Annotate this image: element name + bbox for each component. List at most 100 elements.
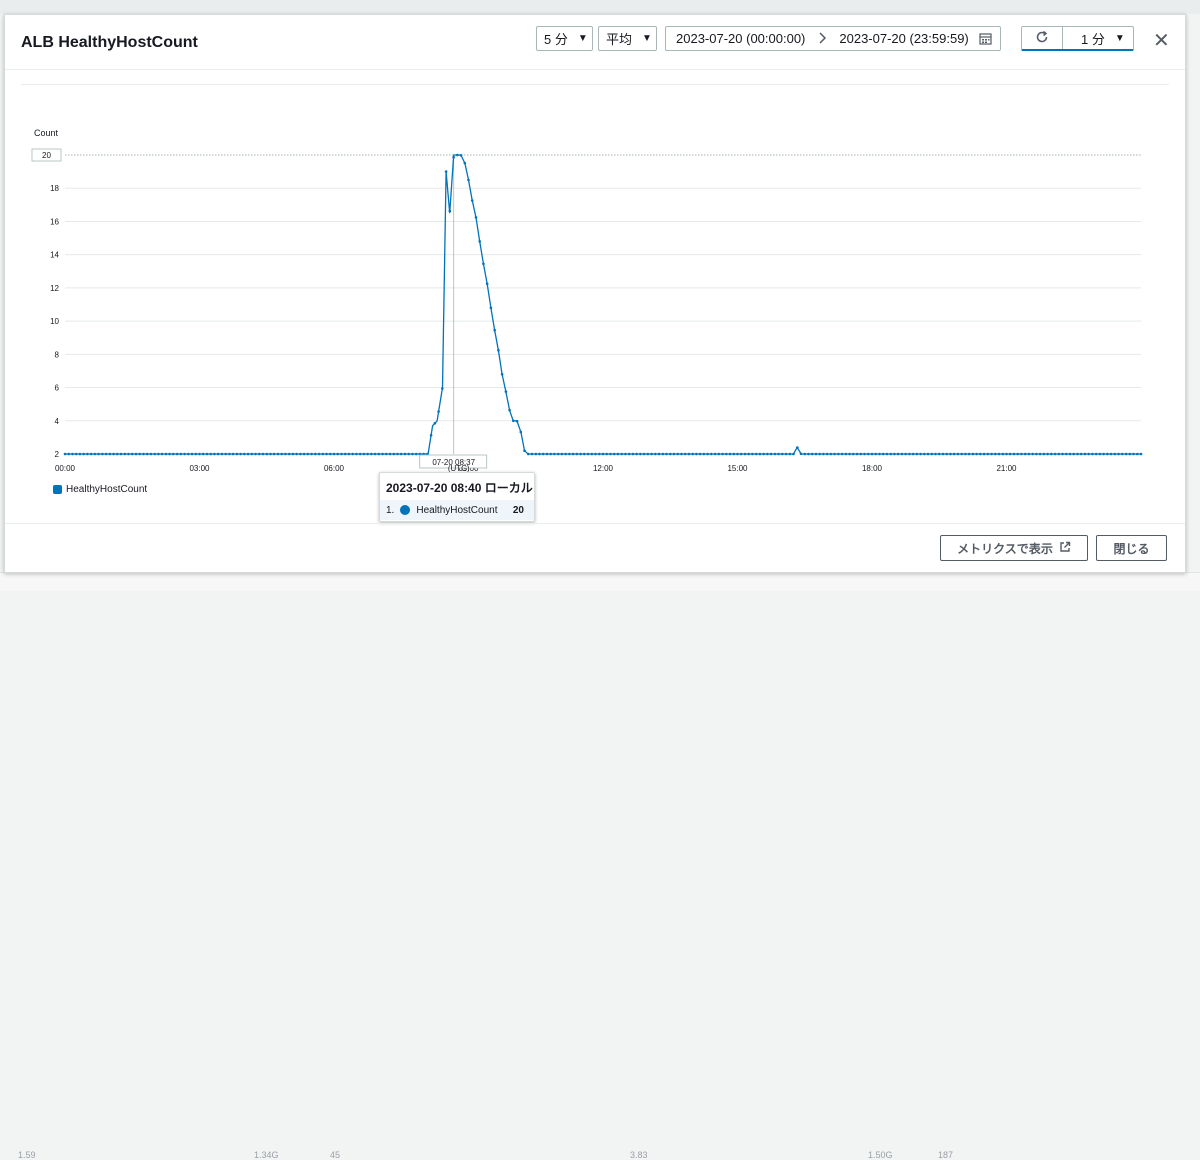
data-point	[474, 216, 478, 219]
data-point	[355, 452, 358, 456]
data-point	[433, 422, 437, 425]
data-point	[728, 452, 732, 456]
data-point	[530, 452, 534, 456]
data-point	[900, 452, 904, 456]
data-point	[781, 452, 784, 456]
data-point	[347, 452, 351, 456]
data-point	[1035, 452, 1038, 456]
data-point	[616, 452, 620, 456]
data-point	[123, 452, 127, 456]
data-point	[385, 452, 388, 456]
data-point	[179, 452, 183, 456]
data-point	[287, 452, 291, 456]
data-point	[575, 452, 579, 456]
data-point	[822, 452, 825, 456]
y-tick-label: 6	[55, 384, 60, 393]
data-point	[414, 452, 418, 456]
data-point	[228, 452, 231, 456]
data-point	[792, 452, 795, 456]
data-point	[377, 452, 381, 456]
data-point	[960, 452, 963, 456]
data-point	[497, 348, 500, 352]
data-point	[844, 452, 848, 456]
data-point	[366, 452, 369, 456]
data-point	[848, 452, 851, 456]
data-point	[459, 154, 463, 157]
data-point	[482, 262, 485, 266]
chart-legend[interactable]: HealthyHostCount	[53, 484, 147, 495]
data-point	[329, 452, 332, 456]
data-point	[683, 452, 687, 456]
data-point	[908, 452, 911, 456]
x-tick-label: 00:00	[55, 464, 76, 473]
data-point	[870, 452, 874, 456]
data-point	[788, 452, 792, 456]
data-point	[138, 452, 141, 456]
data-point	[187, 452, 190, 456]
data-point	[911, 452, 915, 456]
data-point	[784, 452, 788, 456]
data-point	[799, 452, 803, 456]
data-point	[941, 452, 945, 456]
data-point	[1012, 452, 1016, 456]
data-point	[444, 170, 448, 173]
data-point	[1102, 452, 1105, 456]
data-point	[568, 452, 571, 456]
data-point	[1113, 452, 1117, 456]
data-point	[1128, 452, 1132, 456]
external-link-icon	[1059, 541, 1071, 556]
data-point	[351, 452, 355, 456]
data-point	[108, 452, 112, 456]
data-point	[463, 161, 467, 165]
data-point	[407, 452, 411, 456]
x-tick-label: 06:00	[324, 464, 345, 473]
data-point	[1106, 452, 1109, 456]
data-point	[403, 452, 407, 456]
data-point	[747, 452, 750, 456]
data-point	[646, 452, 650, 456]
data-point	[1038, 452, 1042, 456]
data-point	[243, 452, 246, 456]
data-point	[1087, 452, 1090, 456]
close-button[interactable]: 閉じる	[1096, 535, 1167, 561]
data-point	[990, 452, 993, 456]
data-point	[527, 452, 530, 456]
data-point	[1023, 452, 1027, 456]
data-point	[564, 452, 567, 456]
data-point	[317, 452, 321, 456]
data-point	[1083, 452, 1087, 456]
data-point	[534, 452, 538, 456]
data-point	[538, 452, 541, 456]
tooltip-title: 2023-07-20 08:40 ローカル	[386, 481, 533, 495]
data-point	[343, 452, 347, 456]
data-point	[541, 452, 545, 456]
view-in-metrics-button[interactable]: メトリクスで表示	[940, 535, 1088, 561]
data-point	[1001, 452, 1005, 456]
data-point	[168, 452, 171, 456]
data-point	[265, 452, 269, 456]
data-point	[258, 452, 261, 456]
data-point	[142, 452, 145, 456]
data-point	[201, 452, 205, 456]
data-point	[411, 452, 414, 456]
data-point	[549, 452, 552, 456]
background-value: 1.59	[18, 1150, 36, 1160]
data-point	[134, 452, 138, 456]
data-point	[93, 452, 97, 456]
data-point	[519, 430, 523, 434]
tooltip-value: 20	[512, 504, 524, 516]
data-point	[859, 452, 863, 456]
y-tick-label: 18	[50, 184, 59, 193]
data-point	[1124, 452, 1128, 456]
data-point	[669, 452, 672, 456]
data-point	[239, 452, 242, 456]
data-point	[818, 452, 821, 456]
data-point	[86, 452, 89, 456]
data-point	[994, 452, 997, 456]
data-point	[945, 452, 948, 456]
data-point	[295, 452, 298, 456]
data-point	[825, 452, 829, 456]
data-point	[280, 452, 284, 456]
data-point	[717, 452, 721, 456]
data-point	[889, 452, 892, 456]
